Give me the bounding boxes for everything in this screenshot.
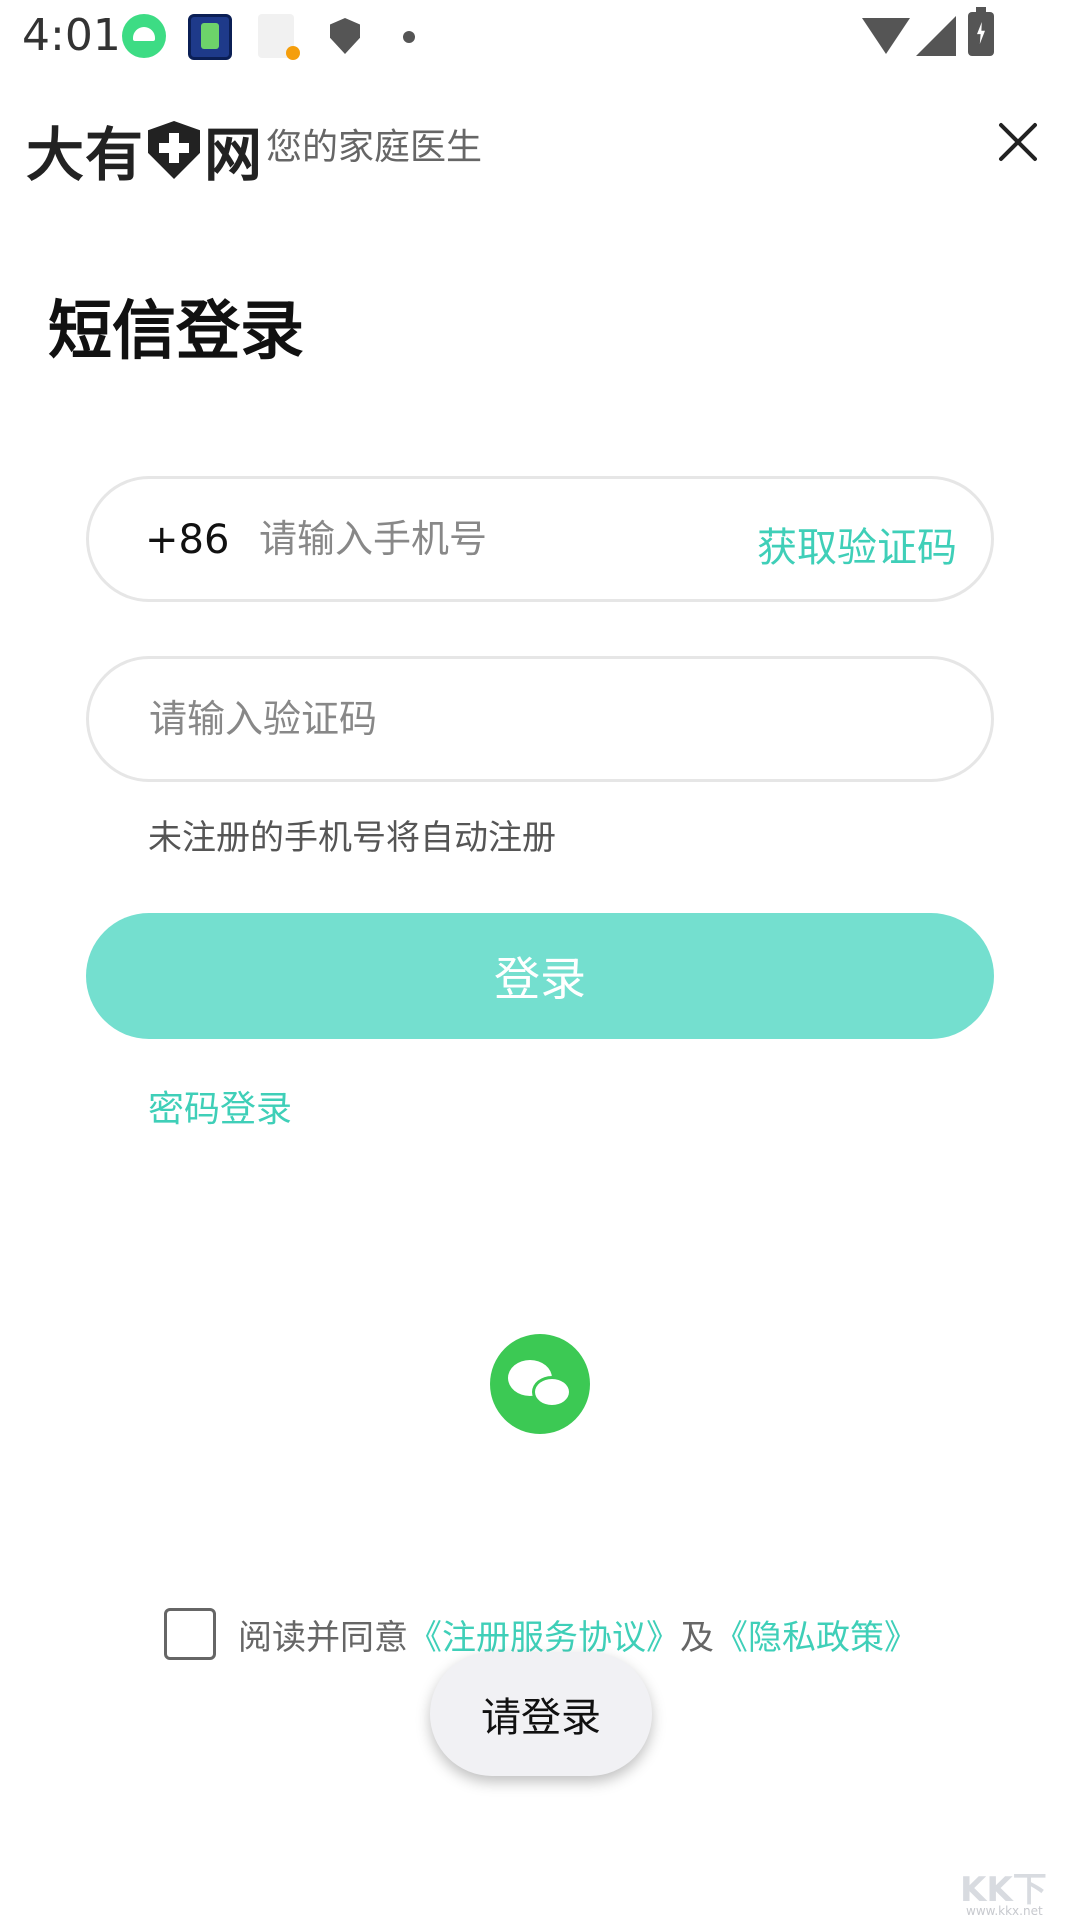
signal-icon — [916, 16, 956, 56]
agreement-and: 及 — [680, 1617, 714, 1658]
battery-charging-icon — [968, 7, 994, 56]
app-logo: 大有 网 — [26, 108, 263, 192]
screen: 4:01 大有 网 您的家庭医生 短信登录 +86 获取验证码 未注册的手机号将… — [0, 0, 1080, 1920]
shield-icon — [330, 18, 360, 54]
document-icon — [258, 14, 300, 60]
status-bar: 4:01 — [0, 0, 1080, 72]
wechat-login-icon[interactable] — [490, 1334, 590, 1434]
logo-text-part1: 大有 — [26, 121, 145, 189]
app-icon — [188, 14, 232, 60]
country-code[interactable]: +86 — [145, 517, 229, 563]
privacy-link[interactable]: 《隐私政策》 — [714, 1610, 918, 1659]
password-login-link[interactable]: 密码登录 — [148, 1080, 292, 1132]
watermark-url: www.kkx.net — [966, 1904, 1043, 1918]
login-button[interactable]: 登录 — [86, 913, 994, 1039]
agreement-text: 阅读并同意 — [238, 1617, 408, 1658]
tagline: 您的家庭医生 — [266, 127, 483, 168]
agreement-checkbox[interactable] — [164, 1608, 216, 1660]
header: 大有 网 您的家庭医生 — [0, 100, 1080, 190]
close-icon[interactable] — [990, 114, 1046, 170]
logo-text-part2: 网 — [204, 121, 264, 189]
chat-bubble-shape — [532, 1376, 572, 1408]
get-code-button[interactable]: 获取验证码 — [757, 515, 957, 573]
phone-field: +86 获取验证码 — [86, 476, 994, 602]
toast-message: 请登录 — [430, 1652, 652, 1776]
code-field — [86, 656, 994, 782]
auto-register-hint: 未注册的手机号将自动注册 — [148, 818, 556, 858]
status-time: 4:01 — [22, 10, 121, 61]
verification-code-input[interactable] — [149, 687, 929, 751]
dot-icon — [403, 31, 415, 43]
wifi-icon — [862, 18, 910, 54]
phone-input[interactable] — [259, 507, 739, 571]
medical-shield-icon — [148, 121, 201, 179]
page-title: 短信登录 — [48, 295, 304, 369]
android-icon — [122, 14, 166, 58]
